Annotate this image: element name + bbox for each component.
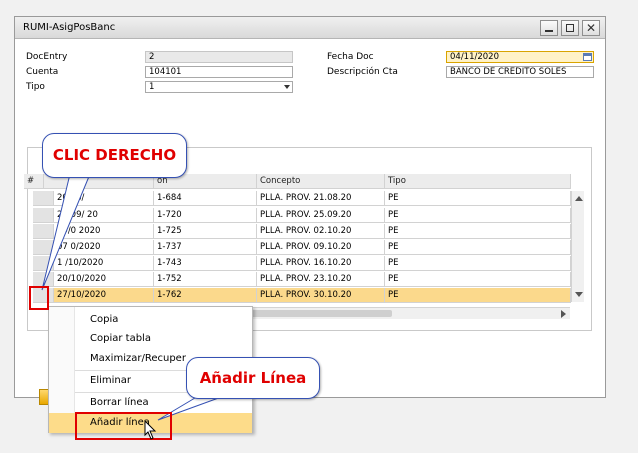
col-header-num[interactable]: # bbox=[24, 174, 44, 189]
doc-entry-label: DocEntry bbox=[26, 52, 68, 62]
table-row-selected[interactable]: 27/10/2020 1-762 PLLA. PROV. 30.10.20 PE bbox=[24, 288, 571, 303]
window-title: RUMI-AsigPosBanc bbox=[23, 22, 116, 33]
row-date: 29/0 2020 bbox=[54, 224, 154, 239]
tipo-select-value: 1 bbox=[149, 82, 155, 92]
row-type: PE bbox=[385, 256, 571, 271]
descripcion-cta-label: Descripción Cta bbox=[327, 67, 398, 77]
row-date: 20/08/ bbox=[54, 191, 154, 206]
chevron-down-icon bbox=[284, 85, 290, 89]
row-type: PE bbox=[385, 240, 571, 255]
col-header-tipo[interactable]: Tipo bbox=[385, 174, 571, 189]
doc-entry-field[interactable]: 2 bbox=[145, 51, 293, 63]
close-icon: ✕ bbox=[585, 21, 597, 35]
row-number-cell[interactable] bbox=[33, 208, 54, 223]
row-date: 27/10/2020 bbox=[54, 288, 154, 303]
table-row[interactable]: 20/08/ 1-684 PLLA. PROV. 21.08.20 PE bbox=[24, 191, 571, 206]
descripcion-cta-field[interactable]: BANCO DE CRÉDITO SOLES bbox=[446, 66, 594, 78]
row-concept: PLLA. PROV. 21.08.20 bbox=[257, 191, 385, 206]
cuenta-label: Cuenta bbox=[26, 67, 59, 77]
row-concept: PLLA. PROV. 09.10.20 bbox=[257, 240, 385, 255]
maximize-icon bbox=[566, 24, 574, 32]
title-bar[interactable]: RUMI-AsigPosBanc ✕ bbox=[15, 17, 605, 39]
row-date: 20/10/2020 bbox=[54, 272, 154, 287]
fecha-doc-label: Fecha Doc bbox=[327, 52, 374, 62]
calendar-icon[interactable] bbox=[583, 53, 592, 61]
row-number-cell[interactable] bbox=[33, 272, 54, 287]
row-code: 1-737 bbox=[154, 240, 257, 255]
row-code: 1-762 bbox=[154, 288, 257, 303]
row-type: PE bbox=[385, 288, 571, 303]
row-concept: PLLA. PROV. 23.10.20 bbox=[257, 272, 385, 287]
cuenta-field[interactable]: 104101 bbox=[145, 66, 293, 78]
col-header-concepto[interactable]: Concepto bbox=[257, 174, 385, 189]
row-code: 1-725 bbox=[154, 224, 257, 239]
row-concept: PLLA. PROV. 16.10.20 bbox=[257, 256, 385, 271]
minimize-icon bbox=[545, 30, 553, 32]
table-row[interactable]: 24/09/ 20 1-720 PLLA. PROV. 25.09.20 PE bbox=[24, 208, 571, 223]
menu-item-copiar-tabla[interactable]: Copiar tabla bbox=[49, 329, 252, 349]
row-type: PE bbox=[385, 208, 571, 223]
row-number-cell[interactable] bbox=[33, 240, 54, 255]
row-code: 1-684 bbox=[154, 191, 257, 206]
table-row[interactable]: 07 0/2020 1-737 PLLA. PROV. 09.10.20 PE bbox=[24, 240, 571, 255]
row-type: PE bbox=[385, 224, 571, 239]
row-number-cell[interactable] bbox=[33, 224, 54, 239]
callout-right-click: CLIC DERECHO bbox=[42, 133, 187, 178]
table-row[interactable]: 1 /10/2020 1-743 PLLA. PROV. 16.10.20 PE bbox=[24, 256, 571, 271]
scroll-down-icon[interactable] bbox=[575, 292, 583, 297]
row-code: 1-743 bbox=[154, 256, 257, 271]
row-date: 1 /10/2020 bbox=[54, 256, 154, 271]
row-concept: PLLA. PROV. 30.10.20 bbox=[257, 288, 385, 303]
scroll-up-icon[interactable] bbox=[575, 196, 583, 201]
row-number-cell[interactable] bbox=[33, 191, 54, 206]
maximize-button[interactable] bbox=[561, 20, 579, 36]
row-number-cell[interactable] bbox=[33, 256, 54, 271]
row-code: 1-720 bbox=[154, 208, 257, 223]
row-date: 07 0/2020 bbox=[54, 240, 154, 255]
row-type: PE bbox=[385, 272, 571, 287]
row-concept: PLLA. PROV. 02.10.20 bbox=[257, 224, 385, 239]
callout-add-line: Añadir Línea bbox=[186, 357, 320, 399]
table-row[interactable]: 20/10/2020 1-752 PLLA. PROV. 23.10.20 PE bbox=[24, 272, 571, 287]
row-type: PE bbox=[385, 191, 571, 206]
tipo-select[interactable]: 1 bbox=[145, 81, 293, 93]
minimize-button[interactable] bbox=[540, 20, 558, 36]
row-concept: PLLA. PROV. 25.09.20 bbox=[257, 208, 385, 223]
table-row[interactable]: 29/0 2020 1-725 PLLA. PROV. 02.10.20 PE bbox=[24, 224, 571, 239]
menu-item-copia[interactable]: Copia bbox=[49, 310, 252, 330]
red-box-row-cell bbox=[29, 286, 49, 310]
close-button[interactable]: ✕ bbox=[582, 20, 600, 36]
mouse-cursor-icon bbox=[144, 420, 157, 440]
scroll-right-icon[interactable] bbox=[561, 310, 566, 318]
row-date: 24/09/ 20 bbox=[54, 208, 154, 223]
fecha-doc-value: 04/11/2020 bbox=[450, 52, 499, 62]
fecha-doc-field[interactable]: 04/11/2020 bbox=[446, 51, 594, 63]
row-code: 1-752 bbox=[154, 272, 257, 287]
tipo-label: Tipo bbox=[26, 82, 45, 92]
vertical-scrollbar[interactable] bbox=[571, 191, 584, 302]
